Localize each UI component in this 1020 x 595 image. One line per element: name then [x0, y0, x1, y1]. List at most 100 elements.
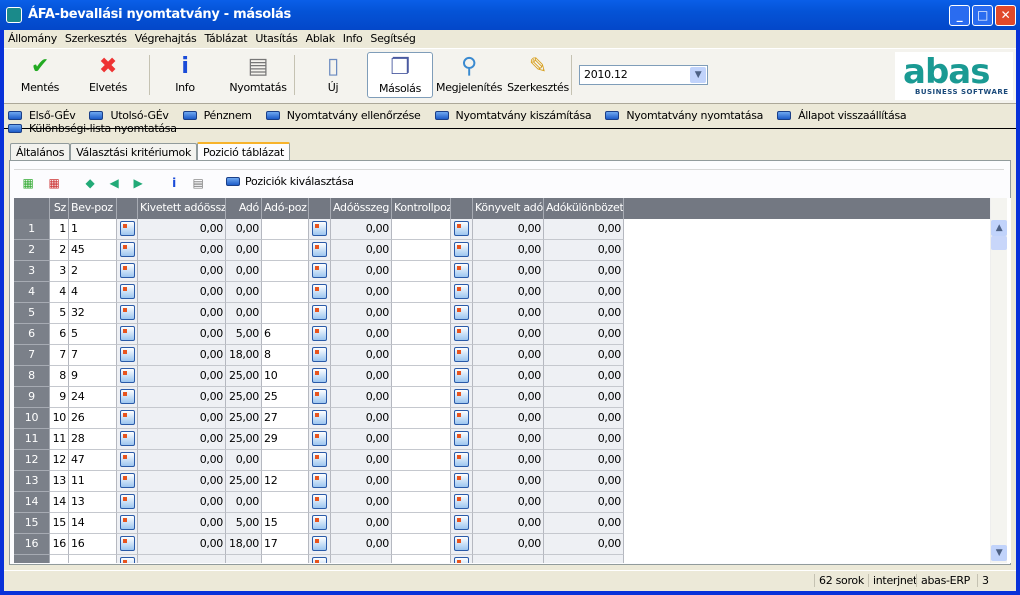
picker-icon[interactable]	[120, 557, 135, 563]
column-header[interactable]: Adóösszeg	[331, 198, 392, 219]
picker-icon[interactable]	[454, 557, 469, 563]
picker-icon[interactable]	[454, 326, 469, 341]
cell[interactable]: 17	[262, 534, 309, 555]
action-button[interactable]: Nyomtatvány ellenőrzése	[265, 109, 428, 122]
move-icon[interactable]: ◆	[82, 176, 98, 190]
menu-item[interactable]: Állomány	[4, 30, 61, 45]
picker-cell[interactable]	[451, 324, 473, 345]
picker-cell[interactable]	[117, 324, 138, 345]
picker-icon[interactable]	[120, 536, 135, 551]
picker-icon[interactable]	[312, 221, 327, 236]
cell[interactable]	[392, 492, 451, 513]
picker-icon[interactable]	[312, 431, 327, 446]
cell[interactable]: 7	[69, 345, 117, 366]
picker-cell[interactable]	[309, 513, 331, 534]
delete-row-icon[interactable]: ▦	[46, 176, 62, 190]
cell[interactable]: 14	[69, 513, 117, 534]
picker-icon[interactable]	[120, 284, 135, 299]
cell[interactable]	[392, 555, 451, 563]
picker-icon[interactable]	[454, 263, 469, 278]
picker-icon[interactable]	[120, 410, 135, 425]
cell[interactable]: 2	[69, 261, 117, 282]
picker-icon[interactable]	[454, 242, 469, 257]
picker-cell[interactable]	[117, 429, 138, 450]
toolbar-button-4[interactable]: ▯ Új	[308, 52, 358, 98]
cell[interactable]	[392, 513, 451, 534]
minimize-button[interactable]: _	[949, 5, 970, 26]
picker-icon[interactable]	[120, 242, 135, 257]
add-row-icon[interactable]: ▦	[20, 176, 36, 190]
menu-item[interactable]: Táblázat	[200, 30, 251, 45]
cell[interactable]: 4	[69, 282, 117, 303]
picker-icon[interactable]	[312, 305, 327, 320]
picker-cell[interactable]	[451, 492, 473, 513]
picker-icon[interactable]	[454, 494, 469, 509]
column-header[interactable]: Adókülönbözet	[544, 198, 624, 219]
menu-item[interactable]: Ablak	[302, 30, 339, 45]
picker-cell[interactable]	[309, 303, 331, 324]
picker-icon[interactable]	[120, 305, 135, 320]
cell[interactable]	[392, 282, 451, 303]
cell[interactable]	[262, 219, 309, 240]
cell[interactable]: 9	[69, 366, 117, 387]
column-header[interactable]	[14, 198, 50, 219]
cell[interactable]: 25	[262, 387, 309, 408]
cell[interactable]	[262, 492, 309, 513]
info-icon[interactable]: i	[166, 176, 182, 190]
column-header[interactable]: Bev-poz	[69, 198, 117, 219]
cell[interactable]	[392, 324, 451, 345]
menu-item[interactable]: Szerkesztés	[61, 30, 131, 45]
picker-icon[interactable]	[454, 305, 469, 320]
picker-cell[interactable]	[309, 345, 331, 366]
chevron-down-icon[interactable]: ▼	[690, 67, 706, 83]
menu-item[interactable]: Info	[339, 30, 367, 45]
picker-cell[interactable]	[309, 366, 331, 387]
cell[interactable]: 45	[69, 240, 117, 261]
period-select[interactable]: 2010.12 ▼	[579, 65, 708, 85]
picker-cell[interactable]	[117, 261, 138, 282]
column-header[interactable]: Kivetett adóössz	[138, 198, 226, 219]
vertical-scrollbar[interactable]: ▲ ▼	[990, 198, 1007, 563]
picker-cell[interactable]	[451, 408, 473, 429]
picker-cell[interactable]	[117, 240, 138, 261]
cell[interactable]: 27	[262, 408, 309, 429]
picker-cell[interactable]	[117, 555, 138, 563]
cell[interactable]	[262, 303, 309, 324]
picker-icon[interactable]	[454, 347, 469, 362]
column-header[interactable]: Kontrollpoz	[392, 198, 451, 219]
picker-icon[interactable]	[120, 389, 135, 404]
picker-icon[interactable]	[120, 221, 135, 236]
cell[interactable]	[392, 303, 451, 324]
picker-icon[interactable]	[312, 389, 327, 404]
picker-icon[interactable]	[454, 515, 469, 530]
cell[interactable]	[262, 261, 309, 282]
cell[interactable]: 47	[69, 450, 117, 471]
picker-icon[interactable]	[454, 389, 469, 404]
column-header[interactable]	[309, 198, 331, 219]
picker-cell[interactable]	[309, 492, 331, 513]
picker-cell[interactable]	[117, 492, 138, 513]
picker-cell[interactable]	[309, 429, 331, 450]
picker-icon[interactable]	[312, 263, 327, 278]
action-button[interactable]: Nyomtatvány kiszámítása	[434, 109, 599, 122]
scroll-down-icon[interactable]: ▼	[991, 545, 1007, 561]
picker-cell[interactable]	[451, 513, 473, 534]
cell[interactable]	[392, 387, 451, 408]
close-button[interactable]: ✕	[995, 5, 1016, 26]
picker-icon[interactable]	[120, 431, 135, 446]
picker-icon[interactable]	[454, 452, 469, 467]
picker-icon[interactable]	[312, 284, 327, 299]
column-header[interactable]: Sz	[50, 198, 69, 219]
picker-cell[interactable]	[309, 282, 331, 303]
action-button[interactable]: Pénznem	[182, 109, 259, 122]
picker-icon[interactable]	[312, 368, 327, 383]
picker-cell[interactable]	[451, 471, 473, 492]
picker-icon[interactable]	[120, 452, 135, 467]
cell[interactable]: 26	[69, 408, 117, 429]
picker-icon[interactable]	[120, 515, 135, 530]
toolbar-button-7[interactable]: ✎ Szerkesztés	[506, 52, 570, 98]
cell[interactable]	[262, 450, 309, 471]
printer-icon[interactable]: ▤	[190, 176, 206, 190]
cell[interactable]	[392, 534, 451, 555]
picker-icon[interactable]	[312, 347, 327, 362]
